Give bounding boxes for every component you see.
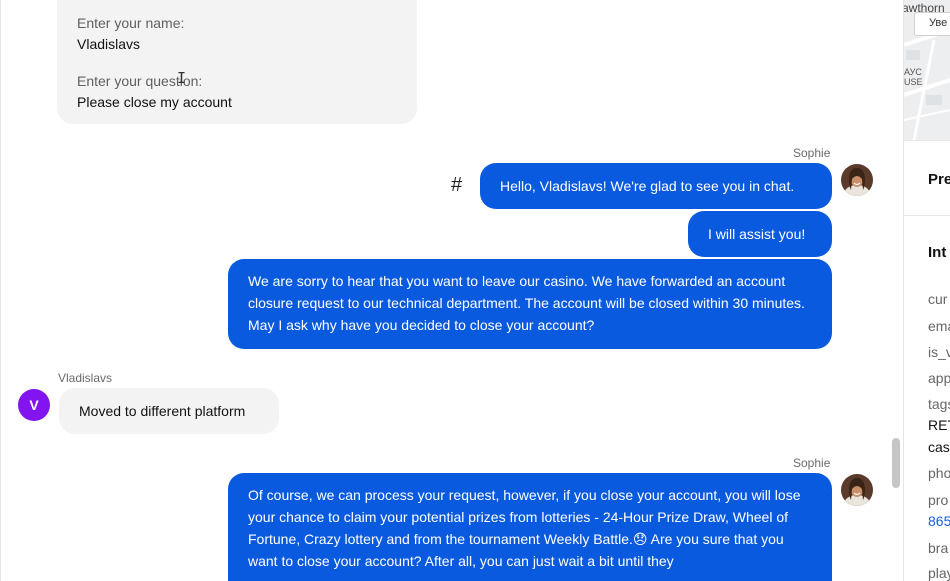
agent-avatar [841,164,873,196]
agent-message-greeting: Hello, Vladislavs! We're glad to see you… [480,163,832,209]
agent-message-assist: I will assist you! [688,211,832,257]
agent-message-sorry: We are sorry to hear that you want to le… [228,259,832,349]
message-text: We are sorry to hear that you want to le… [248,273,805,333]
map-place-label: АУС USE [904,67,923,87]
name-value: Vladislavs [77,36,141,52]
agent-sender-name: Sophie [793,456,831,470]
field-label: pho [928,465,950,481]
message-text: Of course, we can process your request, … [248,487,801,569]
tag-value: RET [928,417,950,433]
message-text: I will assist you! [708,226,806,242]
field-label: is_v [928,344,950,360]
field-label: play [928,565,950,581]
location-map[interactable]: awthorn Уве АУС USE [904,0,950,140]
agent-avatar [841,474,873,506]
user-message-reply: Moved to different platform [59,388,279,434]
map-zoom-button[interactable]: Уве [914,12,950,36]
question-value: Please close my account [77,94,232,110]
chat-transcript: Enter your name: Vladislavs Enter your q… [0,0,903,581]
field-label: bra [928,540,949,556]
agent-sender-name: Sophie [793,146,831,160]
panel-separator [904,140,950,141]
agent-message-process: Of course, we can process your request, … [228,473,832,581]
field-label: cur [928,291,948,307]
chat-scrollbar[interactable] [892,438,900,488]
field-label: ema [928,318,950,334]
panel-separator [904,215,950,216]
customer-info-panel: awthorn Уве АУС USE Pre Int cur ema is_v… [904,0,950,581]
phone-link[interactable]: 865 [928,513,950,529]
tag-value: cas [928,439,950,455]
text-cursor-icon: I [177,69,187,87]
prechat-form-message: Enter your name: Vladislavs Enter your q… [57,0,417,124]
user-sender-name: Vladislavs [58,371,113,385]
name-label: Enter your name: [77,15,185,31]
message-text: Moved to different platform [79,403,246,419]
hash-icon[interactable]: # [451,174,462,197]
field-label: pro [928,492,949,508]
field-label: tags [928,396,950,412]
message-text: Hello, Vladislavs! We're glad to see you… [500,178,795,194]
panel-heading-int[interactable]: Int [928,244,946,261]
field-label: app [928,370,950,386]
user-avatar: V [18,389,50,421]
panel-heading-pre[interactable]: Pre [928,171,950,188]
